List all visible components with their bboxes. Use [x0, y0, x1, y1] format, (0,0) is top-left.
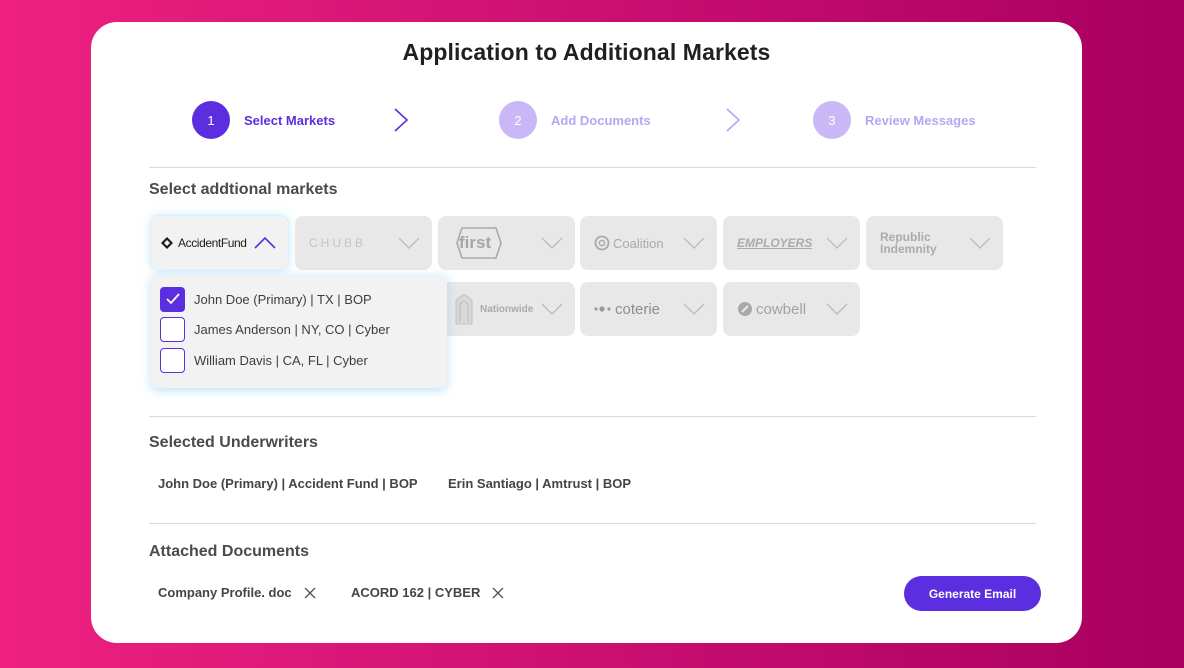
checkbox[interactable]	[160, 347, 185, 373]
cowbell-logo-text: cowbell	[756, 300, 807, 318]
dropdown-option[interactable]: James Anderson | NY, CO | Cyber	[160, 316, 390, 342]
nationwide-eagle-icon	[455, 293, 473, 325]
close-icon[interactable]	[492, 587, 504, 599]
dropdown-option[interactable]: John Doe (Primary) | TX | BOP	[160, 286, 372, 312]
documents-section-title: Attached Documents	[149, 543, 310, 560]
underwriter-chip: John Doe (Primary) | Accident Fund | BOP	[158, 476, 418, 491]
nationwide-logo-text: Nationwide	[480, 303, 534, 315]
market-tile-republic-indemnity[interactable]: Republic Indemnity	[866, 216, 1003, 270]
chevron-right-icon	[726, 108, 741, 132]
application-card: Application to Additional Markets 1 Sele…	[91, 22, 1082, 643]
market-tile-employers[interactable]: EMPLOYERS	[723, 216, 860, 270]
document-name: ACORD 162 | CYBER	[351, 585, 481, 600]
document-name: Company Profile. doc	[158, 585, 292, 600]
dropdown-option-label: James Anderson | NY, CO | Cyber	[194, 321, 390, 337]
close-icon[interactable]	[304, 587, 316, 599]
step-select-markets[interactable]: 1 Select Markets	[192, 101, 335, 139]
chubb-logo: CHUBB	[309, 216, 366, 270]
employers-logo-text: EMPLOYERS	[737, 236, 813, 250]
chevron-down-icon[interactable]	[541, 236, 563, 250]
cowbell-mark-icon	[738, 302, 752, 316]
chevron-down-icon[interactable]	[683, 236, 705, 250]
checkbox[interactable]	[160, 286, 185, 312]
market-tile-accidentfund[interactable]: AccidentFund	[151, 216, 288, 270]
step-review-messages[interactable]: 3 Review Messages	[813, 101, 976, 139]
coterie-dots-icon	[594, 306, 611, 312]
dropdown-option-label: John Doe (Primary) | TX | BOP	[194, 291, 372, 307]
chevron-right-icon	[394, 108, 409, 132]
chevron-down-icon[interactable]	[541, 302, 563, 316]
step-label: Review Messages	[865, 112, 976, 128]
market-tile-coterie[interactable]: coterie	[580, 282, 717, 336]
first-logo: first	[456, 216, 502, 270]
underwriters-section-title: Selected Underwriters	[149, 434, 318, 451]
underwriter-dropdown: John Doe (Primary) | TX | BOP James Ande…	[151, 275, 447, 388]
document-chip: Company Profile. doc	[158, 585, 316, 600]
checkbox[interactable]	[160, 316, 185, 342]
step-label: Add Documents	[551, 112, 651, 128]
chevron-down-icon[interactable]	[969, 236, 991, 250]
employers-logo: EMPLOYERS	[737, 216, 812, 270]
republic-indemnity-logo: Republic Indemnity	[880, 216, 937, 270]
chubb-logo-text: CHUBB	[309, 236, 367, 250]
checkmark-icon	[165, 293, 180, 305]
chevron-down-icon[interactable]	[826, 236, 848, 250]
indemnity-logo-text: Indemnity	[880, 242, 937, 256]
underwriter-chip: Erin Santiago | Amtrust | BOP	[448, 476, 632, 491]
market-tile-first[interactable]: first	[438, 216, 575, 270]
divider	[149, 167, 1036, 168]
accidentfund-logo-text: AccidentFund	[178, 236, 247, 250]
step-add-documents[interactable]: 2 Add Documents	[499, 101, 651, 139]
chevron-down-icon[interactable]	[398, 236, 420, 250]
step-number-circle: 3	[813, 101, 851, 139]
step-label: Select Markets	[244, 112, 336, 128]
market-tile-coalition[interactable]: Coalition	[580, 216, 717, 270]
accidentfund-logo: AccidentFund	[160, 216, 247, 270]
dropdown-option-label: William Davis | CA, FL | Cyber	[194, 352, 368, 368]
chevron-down-icon[interactable]	[826, 302, 848, 316]
document-chip: ACORD 162 | CYBER	[351, 585, 504, 600]
coalition-logo-text: Coalition	[613, 235, 664, 251]
generate-email-button[interactable]: Generate Email	[904, 576, 1041, 611]
coalition-logo: Coalition	[594, 216, 664, 270]
coterie-logo-text: coterie	[615, 300, 661, 318]
coalition-mark-icon	[594, 235, 610, 251]
cowbell-logo: cowbell	[737, 282, 806, 336]
market-tile-nationwide[interactable]: Nationwide	[438, 282, 575, 336]
accidentfund-mark-icon	[161, 237, 173, 249]
coterie-logo: coterie	[594, 282, 660, 336]
chevron-up-icon[interactable]	[254, 236, 276, 250]
step-number-circle: 2	[499, 101, 537, 139]
step-number-circle: 1	[192, 101, 230, 139]
market-tile-chubb[interactable]: CHUBB	[295, 216, 432, 270]
market-tile-cowbell[interactable]: cowbell	[723, 282, 860, 336]
markets-section-title: Select addtional markets	[149, 181, 338, 198]
nationwide-logo: Nationwide	[452, 282, 533, 336]
chevron-down-icon[interactable]	[683, 302, 705, 316]
first-logo-text: first	[459, 233, 492, 252]
divider	[149, 523, 1036, 524]
divider	[149, 416, 1036, 417]
page-title: Application to Additional Markets	[402, 39, 771, 65]
dropdown-option[interactable]: William Davis | CA, FL | Cyber	[160, 347, 368, 373]
